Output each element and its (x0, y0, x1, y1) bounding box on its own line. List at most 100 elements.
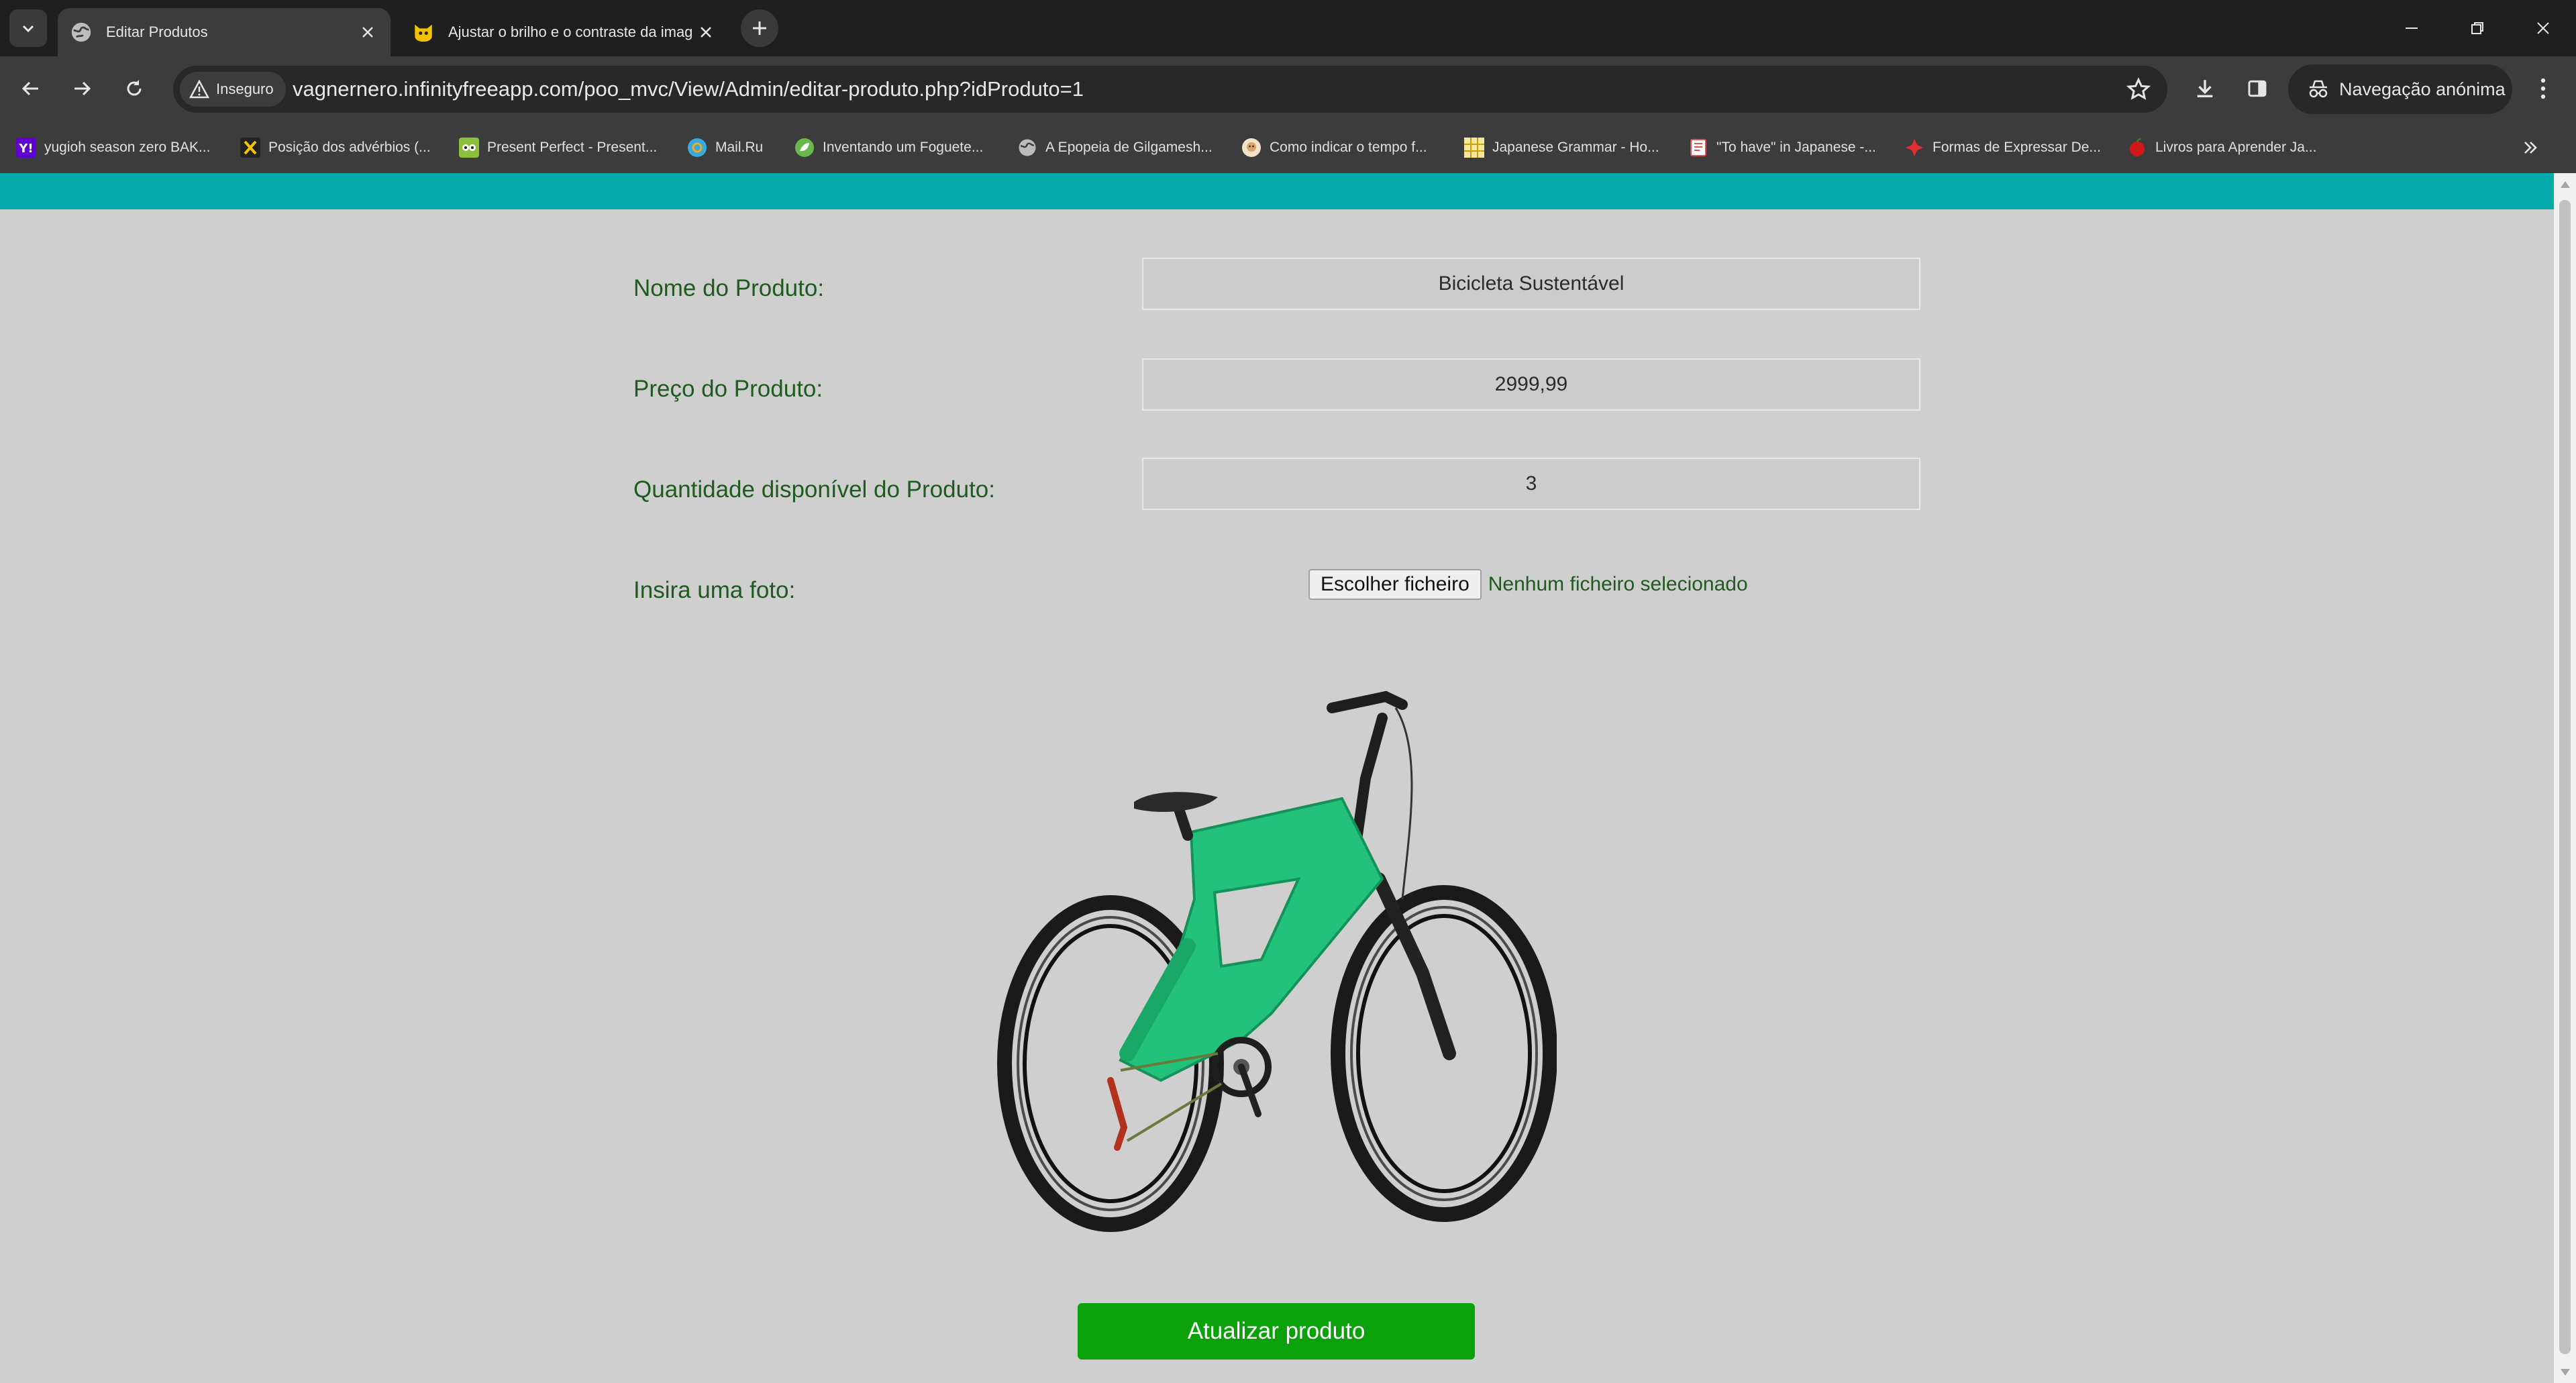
scroll-down-arrow[interactable] (2554, 1361, 2576, 1383)
bookmark-label: yugioh season zero BAK... (44, 140, 211, 155)
restore-icon (2471, 22, 2483, 34)
back-button[interactable] (12, 70, 50, 107)
close-icon (701, 27, 711, 38)
security-label: Inseguro (216, 81, 274, 97)
saddle (1134, 792, 1218, 812)
cross-icon (1904, 138, 1924, 158)
product-price-label: Preço do Produto: (633, 376, 823, 402)
forward-arrow-icon (74, 81, 91, 96)
svg-text:Y!: Y! (18, 142, 33, 156)
download-icon (2197, 80, 2213, 98)
bookmark-label: Mail.Ru (715, 140, 764, 155)
restore-button[interactable] (2459, 9, 2496, 47)
bookmark-label: Formas de Expressar De... (1933, 140, 2101, 155)
bookmark-item[interactable]: Formas de Expressar De... (1904, 134, 2101, 161)
tab-search-button[interactable] (9, 9, 47, 47)
scroll-up-arrow[interactable] (2554, 173, 2576, 195)
url-text[interactable]: vagnernero.infinityfreeapp.com/poo_mvc/V… (293, 66, 1084, 113)
rear-derailleur (1107, 1077, 1128, 1151)
tab-editar-produtos[interactable]: Editar Produtos (58, 8, 391, 56)
reload-icon (127, 80, 142, 96)
bookmark-item[interactable]: Y! yugioh season zero BAK... (16, 134, 210, 161)
incognito-indicator[interactable]: Navegação anónima (2288, 64, 2512, 114)
bookmarks-bar: Y! yugioh season zero BAK... Posição dos… (0, 122, 2576, 173)
bookmark-label: Livros para Aprender Ja... (2155, 140, 2317, 155)
face-icon (1241, 138, 1261, 158)
cat-icon (415, 24, 432, 42)
globe-icon (71, 22, 91, 42)
tab-strip: Editar Produtos Ajustar o brilho e o con… (0, 0, 2576, 56)
side-panel-button[interactable] (2238, 70, 2276, 107)
product-quantity-input[interactable] (1142, 458, 1920, 510)
bookmark-item[interactable]: Mail.Ru (687, 134, 763, 161)
triangle-up-icon (2560, 181, 2570, 188)
bookmark-item[interactable]: Posição dos advérbios (... (240, 134, 431, 161)
site-header-bar (0, 173, 2554, 209)
close-icon (2537, 22, 2549, 34)
close-window-button[interactable] (2524, 9, 2562, 47)
choose-file-button[interactable]: Escolher ficheiro (1308, 569, 1482, 600)
minimize-icon (2406, 28, 2418, 29)
tab-title: Ajustar o brilho e o contraste da imag (448, 23, 692, 40)
close-tab-button[interactable] (692, 19, 719, 46)
menu-button[interactable] (2524, 70, 2562, 107)
bookmark-item[interactable]: Livros para Aprender Ja... (2127, 134, 2316, 161)
bookmark-label: Posição dos advérbios (... (268, 140, 431, 155)
minimize-button[interactable] (2393, 9, 2430, 47)
close-icon (362, 27, 373, 38)
tab-title: Editar Produtos (106, 23, 208, 40)
file-status-text: Nenhum ficheiro selecionado (1488, 573, 1748, 595)
update-product-button[interactable]: Atualizar produto (1078, 1303, 1475, 1360)
product-name-label: Nome do Produto: (633, 275, 825, 301)
book-icon (1688, 138, 1708, 158)
tab-ajustar-brilho[interactable]: Ajustar o brilho e o contraste da imag (400, 8, 729, 56)
bookmark-label: Inventando um Foguete... (823, 140, 984, 155)
triangle-down-icon (2560, 1368, 2570, 1376)
photo-label: Insira uma foto: (633, 577, 796, 603)
bookmark-item[interactable]: Japanese Grammar - Ho... (1464, 134, 1659, 161)
close-tab-button[interactable] (354, 19, 381, 46)
bookmark-label: Como indicar o tempo f... (1270, 140, 1427, 155)
bookmark-label: "To have" in Japanese -... (1716, 140, 1876, 155)
owl-icon (459, 138, 479, 158)
double-chevron-right-icon (2524, 142, 2537, 154)
grid-icon (1464, 138, 1484, 158)
file-input[interactable]: Escolher ficheiro Nenhum ficheiro seleci… (1308, 569, 1748, 600)
product-name-input[interactable] (1142, 258, 1920, 310)
page-scrollbar[interactable] (2554, 173, 2576, 1383)
bookmark-item[interactable]: A Epopeia de Gilgamesh... (1017, 134, 1213, 161)
address-bar[interactable]: Inseguro vagnernero.infinityfreeapp.com/… (173, 66, 2167, 113)
bookmark-label: Japanese Grammar - Ho... (1492, 140, 1659, 155)
scroll-thumb[interactable] (2559, 200, 2571, 1354)
warning-icon (189, 80, 209, 99)
star-icon (2126, 77, 2151, 100)
reload-button[interactable] (115, 70, 153, 107)
bookmark-star-button[interactable] (2124, 75, 2153, 103)
incognito-label: Navegação anónima (2339, 79, 2506, 99)
product-quantity-label: Quantidade disponível do Produto: (633, 476, 995, 503)
chevron-down-icon (22, 25, 34, 33)
new-tab-button[interactable] (741, 9, 778, 47)
forward-button[interactable] (63, 70, 101, 107)
side-panel-icon (2248, 80, 2267, 97)
mailru-icon (687, 138, 707, 158)
browser-toolbar: Inseguro vagnernero.infinityfreeapp.com/… (0, 56, 2576, 122)
x-logo-icon (240, 138, 260, 158)
product-image (997, 690, 1557, 1232)
bookmark-label: Present Perfect - Present... (487, 140, 658, 155)
globe-icon (1017, 138, 1037, 158)
apple-icon (2127, 138, 2147, 158)
more-bookmarks-button[interactable] (2517, 134, 2544, 161)
site-info-button[interactable]: Inseguro (180, 72, 286, 107)
downloads-button[interactable] (2186, 70, 2224, 107)
plus-icon (753, 21, 766, 35)
leaf-icon (794, 138, 815, 158)
bookmark-item[interactable]: Present Perfect - Present... (459, 134, 657, 161)
bookmark-item[interactable]: Inventando um Foguete... (794, 134, 983, 161)
bookmark-item[interactable]: "To have" in Japanese -... (1688, 134, 1876, 161)
back-arrow-icon (21, 81, 38, 96)
bookmark-item[interactable]: Como indicar o tempo f... (1241, 134, 1427, 161)
yahoo-icon: Y! (16, 138, 36, 158)
more-vertical-icon (2540, 78, 2546, 99)
product-price-input[interactable] (1142, 358, 1920, 411)
